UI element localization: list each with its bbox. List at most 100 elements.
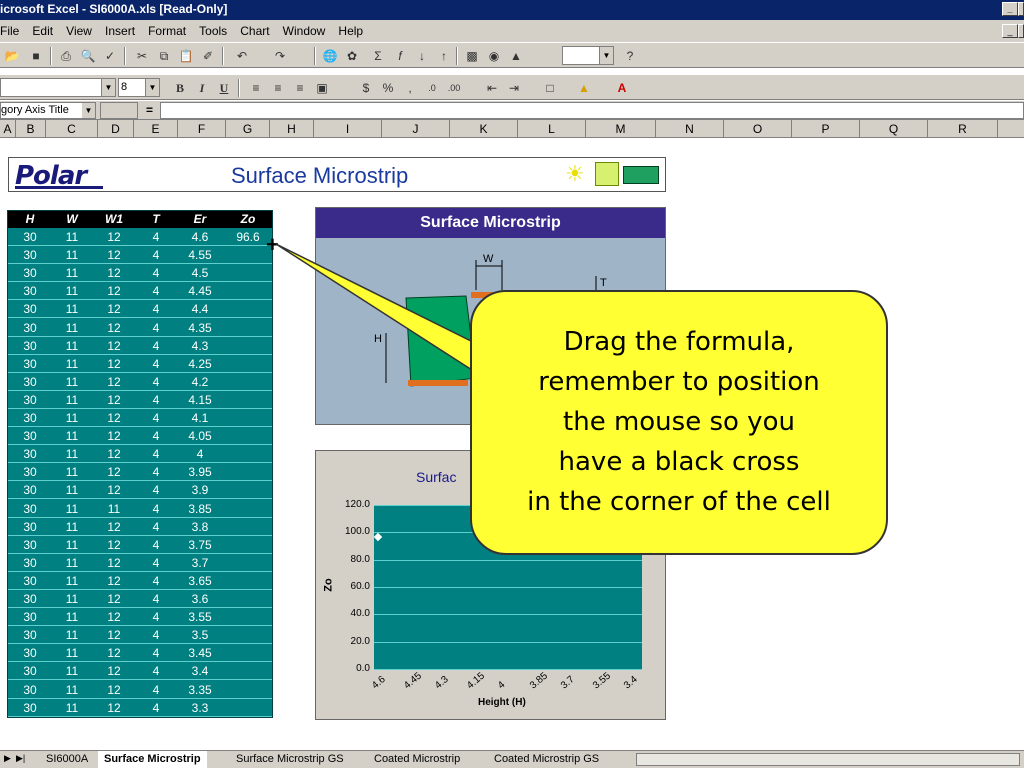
cell-h[interactable]: 30 — [8, 355, 52, 373]
cell-t[interactable]: 4 — [136, 699, 176, 717]
chart-data-point[interactable] — [373, 532, 383, 542]
comma-button[interactable]: , — [400, 79, 420, 97]
cell-h[interactable]: 30 — [8, 391, 52, 409]
table-row[interactable]: 30 11 12 4 3.65 — [8, 572, 272, 590]
cell-w1[interactable]: 12 — [92, 626, 136, 644]
column-header-q[interactable]: Q — [860, 120, 928, 138]
cell-w[interactable]: 11 — [52, 463, 92, 481]
column-header-i[interactable]: I — [314, 120, 382, 138]
cell-er[interactable]: 3.65 — [176, 572, 224, 590]
menu-file[interactable]: File — [0, 24, 19, 38]
cell-er[interactable]: 4.1 — [176, 409, 224, 427]
chevron-down-icon[interactable]: ▼ — [599, 47, 613, 64]
cell-h[interactable]: 30 — [8, 427, 52, 445]
doc-minimize-icon[interactable]: _ — [1002, 24, 1018, 38]
cell-w1[interactable]: 12 — [92, 246, 136, 264]
cell-h[interactable]: 30 — [8, 644, 52, 662]
cell-h[interactable]: 30 — [8, 463, 52, 481]
table-row[interactable]: 30 11 12 4 4 — [8, 445, 272, 464]
cell-t[interactable]: 4 — [136, 481, 176, 499]
cell-w1[interactable]: 12 — [92, 662, 136, 680]
cell-er[interactable]: 3.45 — [176, 644, 224, 662]
cell-w1[interactable]: 12 — [92, 300, 136, 318]
chevron-down-icon[interactable]: ▼ — [82, 103, 95, 118]
font-color-icon[interactable]: A — [612, 79, 632, 97]
cell-t[interactable]: 4 — [136, 246, 176, 264]
cell-w[interactable]: 11 — [52, 626, 92, 644]
drawing-icon[interactable]: ▲ — [506, 47, 526, 65]
cell-h[interactable]: 30 — [8, 228, 52, 246]
cell-er[interactable]: 4.25 — [176, 355, 224, 373]
cell-w1[interactable]: 12 — [92, 409, 136, 427]
bold-button[interactable]: B — [170, 79, 190, 97]
decrease-decimal-icon[interactable]: .00 — [444, 79, 464, 97]
cell-t[interactable]: 4 — [136, 427, 176, 445]
cell-zo[interactable] — [224, 246, 272, 264]
cell-zo[interactable] — [224, 300, 272, 318]
name-box[interactable]: gory Axis Title ▼ — [0, 102, 96, 119]
menu-chart[interactable]: Chart — [240, 24, 269, 38]
cell-t[interactable]: 4 — [136, 319, 176, 337]
sheet-tab-si6000a[interactable]: SI6000A — [40, 751, 94, 768]
cell-zo[interactable] — [224, 536, 272, 554]
cut-icon[interactable]: ✂ — [132, 47, 152, 65]
calculator-icon[interactable] — [595, 162, 619, 186]
menu-window[interactable]: Window — [283, 24, 326, 38]
table-row[interactable]: 30 11 12 4 3.55 — [8, 608, 272, 627]
cell-t[interactable]: 4 — [136, 373, 176, 391]
redo-icon[interactable]: ↷ — [270, 47, 290, 65]
cell-t[interactable]: 4 — [136, 662, 176, 680]
cell-er[interactable]: 3.6 — [176, 590, 224, 608]
cell-er[interactable]: 3.55 — [176, 608, 224, 626]
menu-insert[interactable]: Insert — [105, 24, 135, 38]
menu-view[interactable]: View — [66, 24, 92, 38]
cell-w[interactable]: 11 — [52, 427, 92, 445]
formula-equals[interactable]: = — [146, 103, 153, 117]
cell-h[interactable]: 30 — [8, 500, 52, 518]
cell-w1[interactable]: 12 — [92, 228, 136, 246]
toolbox-icon[interactable] — [623, 166, 659, 184]
cell-zo[interactable] — [224, 481, 272, 499]
cell-h[interactable]: 30 — [8, 626, 52, 644]
cell-t[interactable]: 4 — [136, 536, 176, 554]
cell-w[interactable]: 11 — [52, 264, 92, 282]
cell-er[interactable]: 4.3 — [176, 337, 224, 355]
cell-h[interactable]: 30 — [8, 662, 52, 680]
map-icon[interactable]: ◉ — [484, 47, 504, 65]
table-row[interactable]: 30 11 12 4 4.2 — [8, 373, 272, 391]
cell-zo[interactable] — [224, 681, 272, 699]
cell-t[interactable]: 4 — [136, 282, 176, 300]
table-row[interactable]: 30 11 12 4 4.35 — [8, 319, 272, 337]
cell-w1[interactable]: 12 — [92, 319, 136, 337]
cell-t[interactable]: 4 — [136, 572, 176, 590]
cell-zo[interactable] — [224, 373, 272, 391]
column-header-d[interactable]: D — [98, 120, 134, 138]
cell-zo[interactable] — [224, 355, 272, 373]
cell-h[interactable]: 30 — [8, 282, 52, 300]
percent-button[interactable]: % — [378, 79, 398, 97]
cell-er[interactable]: 4.2 — [176, 373, 224, 391]
cell-t[interactable]: 4 — [136, 608, 176, 626]
cell-zo[interactable] — [224, 445, 272, 463]
cell-er[interactable]: 4.45 — [176, 282, 224, 300]
cell-h[interactable]: 30 — [8, 246, 52, 264]
cell-zo[interactable] — [224, 319, 272, 337]
column-header-n[interactable]: N — [656, 120, 724, 138]
cell-w[interactable]: 11 — [52, 518, 92, 536]
cell-w[interactable]: 11 — [52, 554, 92, 572]
font-name-combo[interactable]: ▼ — [0, 78, 116, 97]
cell-w[interactable]: 11 — [52, 500, 92, 518]
tab-scroll-last-icon[interactable]: ▶| — [16, 753, 25, 764]
cell-w1[interactable]: 12 — [92, 518, 136, 536]
cell-w[interactable]: 11 — [52, 319, 92, 337]
cell-zo[interactable] — [224, 337, 272, 355]
cell-t[interactable]: 4 — [136, 644, 176, 662]
cell-h[interactable]: 30 — [8, 337, 52, 355]
cell-h[interactable]: 30 — [8, 445, 52, 463]
cell-t[interactable]: 4 — [136, 681, 176, 699]
cell-zo[interactable] — [224, 662, 272, 680]
cell-w[interactable]: 11 — [52, 536, 92, 554]
cell-w[interactable]: 11 — [52, 481, 92, 499]
cell-zo[interactable] — [224, 409, 272, 427]
cell-w[interactable]: 11 — [52, 699, 92, 717]
